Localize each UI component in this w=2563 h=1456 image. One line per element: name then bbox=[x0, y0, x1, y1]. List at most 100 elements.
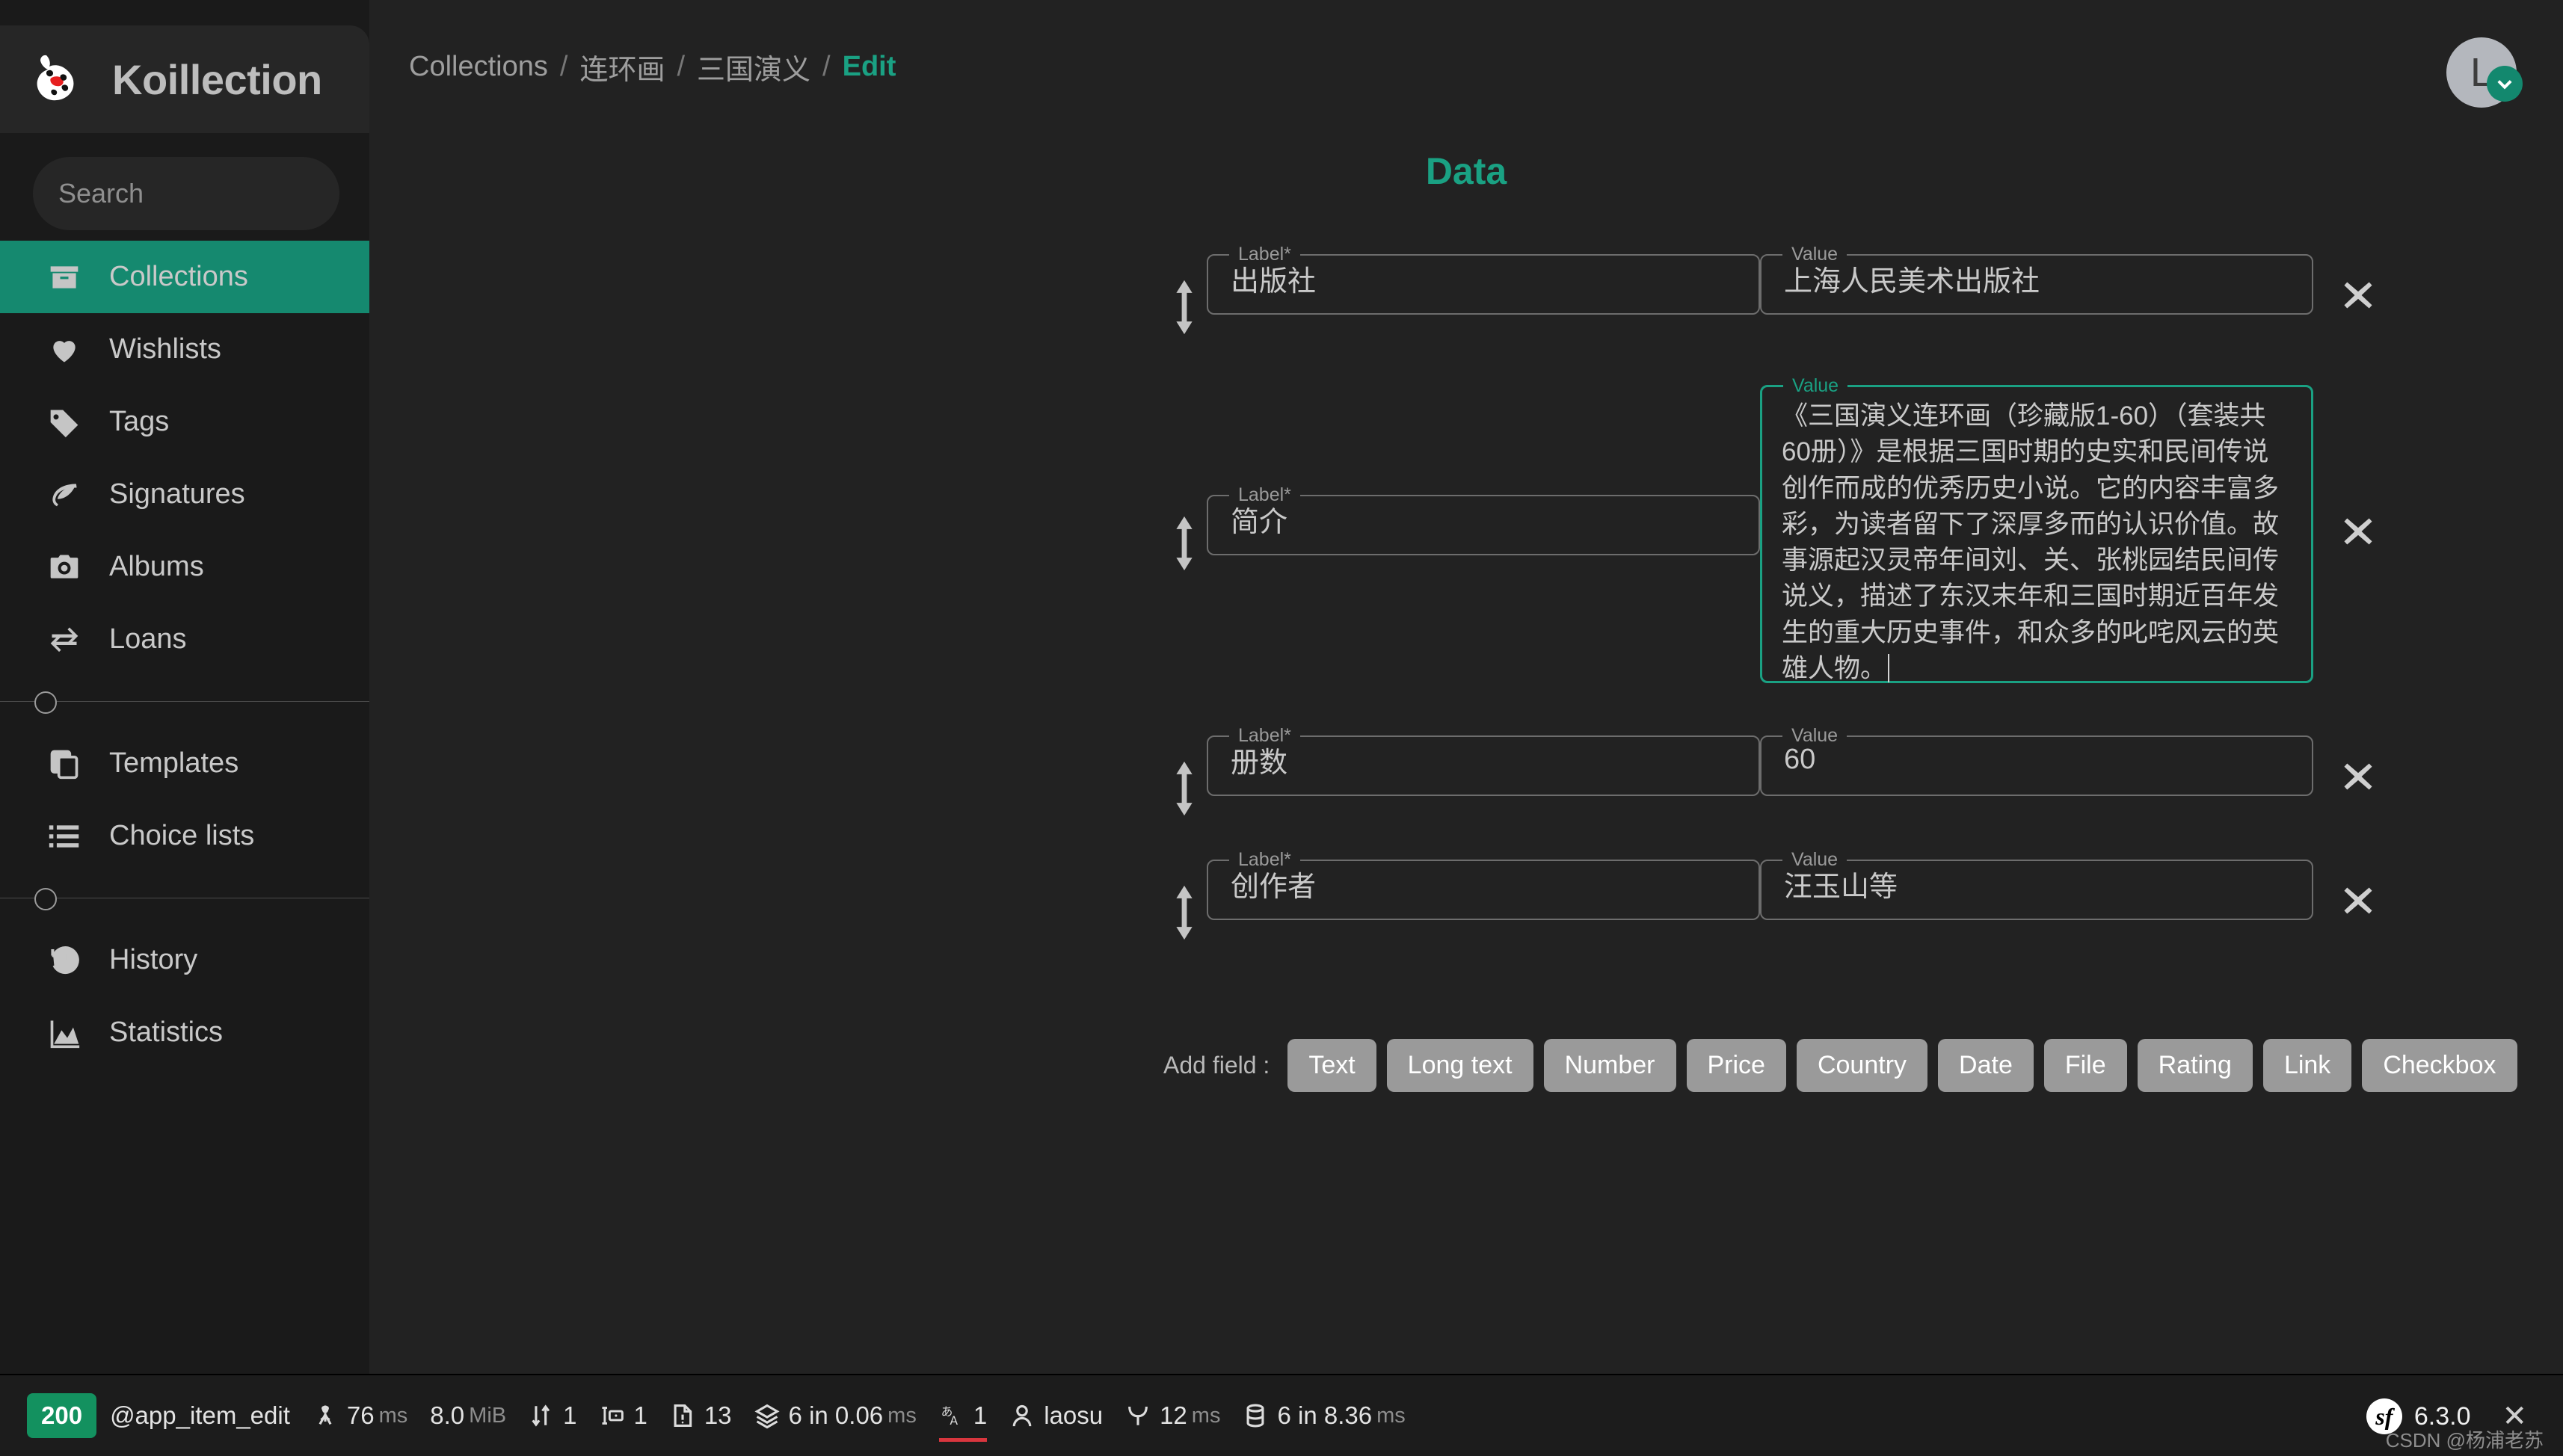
delete-field-button-2[interactable] bbox=[2313, 377, 2403, 547]
field-value-legend: Value bbox=[1791, 725, 1839, 746]
field-row: Label* Value bbox=[369, 245, 2563, 335]
sidebar-item-label: Statistics bbox=[109, 1017, 224, 1048]
field-label-4[interactable]: Label* bbox=[1207, 851, 1760, 920]
toolbar-items: 200 @app_item_edit 76 ms 8.0 MiB 1 1 13 … bbox=[0, 1393, 1428, 1442]
copy-icon bbox=[46, 746, 82, 782]
field-value-legend: Value bbox=[1791, 849, 1839, 870]
field-row: Label* Value bbox=[369, 851, 2563, 940]
add-field-date-button[interactable]: Date bbox=[1938, 1039, 2034, 1092]
database-icon bbox=[1243, 1401, 1268, 1430]
add-field-text-button[interactable]: Text bbox=[1287, 1039, 1376, 1092]
value-input-1[interactable] bbox=[1762, 264, 2312, 313]
list-icon bbox=[46, 818, 82, 854]
drag-handle-icon[interactable] bbox=[1162, 727, 1207, 816]
text-caret bbox=[1888, 654, 1890, 683]
breadcrumb-separator: / bbox=[822, 50, 831, 82]
sidebar-item-loans[interactable]: Loans bbox=[0, 603, 369, 676]
search-input[interactable] bbox=[33, 157, 339, 230]
field-label-legend: Label* bbox=[1238, 484, 1291, 505]
breadcrumb-item-collections[interactable]: Collections bbox=[409, 51, 548, 83]
route-label: @app_item_edit bbox=[110, 1401, 290, 1429]
camera-icon bbox=[46, 549, 82, 585]
sidebar-item-templates[interactable]: Templates bbox=[0, 727, 369, 800]
add-field-label: Add field : bbox=[1163, 1052, 1270, 1079]
transfer-arrows-icon bbox=[529, 1401, 554, 1430]
toolbar-item-logs[interactable]: 13 bbox=[670, 1401, 732, 1430]
toolbar-item-transfer[interactable]: 1 bbox=[529, 1401, 576, 1430]
sidebar-item-albums[interactable]: Albums bbox=[0, 531, 369, 603]
sidebar-item-tags[interactable]: Tags bbox=[0, 386, 369, 458]
delete-field-button-4[interactable] bbox=[2313, 851, 2403, 916]
status-badge[interactable]: 200 bbox=[27, 1393, 97, 1438]
toolbar-item-memory[interactable]: 8.0 MiB bbox=[430, 1401, 506, 1430]
sidebar-item-history[interactable]: History bbox=[0, 924, 369, 996]
add-field-country-button[interactable]: Country bbox=[1796, 1039, 1928, 1092]
toolbar-route[interactable]: @app_item_edit bbox=[110, 1401, 290, 1430]
toolbar-item-forms[interactable]: 1 bbox=[599, 1401, 647, 1430]
field-value-2[interactable]: Value 《三国演义连环画（珍藏版1-60）（套装共60册）》是根据三国时期的… bbox=[1760, 377, 2313, 683]
user-menu[interactable]: L bbox=[2446, 37, 2523, 108]
breadcrumb: Collections / 连环画 / 三国演义 / Edit bbox=[409, 46, 896, 87]
stopwatch-value: 76 bbox=[346, 1401, 375, 1429]
search-box[interactable] bbox=[33, 157, 339, 230]
user-icon bbox=[1009, 1401, 1035, 1430]
add-field-checkbox-button[interactable]: Checkbox bbox=[2362, 1039, 2517, 1092]
sidebar-nav: Collections Wishlists Tags Signatures Al… bbox=[0, 241, 369, 1069]
drag-handle-icon[interactable] bbox=[1162, 377, 1207, 571]
sidebar-item-collections[interactable]: Collections bbox=[0, 241, 369, 313]
toolbar-item-cache[interactable]: 6 in 0.06 ms bbox=[754, 1401, 917, 1430]
cache-value: 6 in 0.06 bbox=[788, 1401, 884, 1429]
sidebar-item-signatures[interactable]: Signatures bbox=[0, 458, 369, 531]
chevron-down-icon[interactable] bbox=[2487, 66, 2523, 102]
toolbar-item-translation[interactable]: あA 1 bbox=[938, 1401, 988, 1442]
add-field-price-button[interactable]: Price bbox=[1686, 1039, 1786, 1092]
sidebar-item-label: Choice lists bbox=[109, 820, 255, 851]
breadcrumb-item-collection[interactable]: 连环画 bbox=[579, 46, 665, 87]
log-file-icon bbox=[670, 1401, 695, 1430]
breadcrumb-item-item[interactable]: 三国演义 bbox=[697, 46, 810, 87]
value-input-3[interactable] bbox=[1762, 745, 2312, 795]
breadcrumb-separator: / bbox=[559, 50, 568, 82]
add-field-number-button[interactable]: Number bbox=[1543, 1039, 1676, 1092]
field-value-legend: Value bbox=[1791, 244, 1839, 265]
field-value-3[interactable]: Value bbox=[1760, 727, 2313, 796]
field-label-1[interactable]: Label* bbox=[1207, 245, 1760, 315]
archive-box-icon bbox=[46, 259, 82, 295]
breadcrumb-item-current: Edit bbox=[842, 50, 896, 82]
delete-field-button-3[interactable] bbox=[2313, 727, 2403, 792]
value-input-4[interactable] bbox=[1762, 869, 2312, 919]
drag-handle-icon[interactable] bbox=[1162, 245, 1207, 335]
koi-fish-logo-icon bbox=[37, 55, 74, 101]
add-field-file-button[interactable]: File bbox=[2043, 1039, 2127, 1092]
add-field-long-text-button[interactable]: Long text bbox=[1386, 1039, 1533, 1092]
sidebar-item-choice-lists[interactable]: Choice lists bbox=[0, 800, 369, 872]
heart-icon bbox=[46, 332, 82, 368]
twig-leaf-icon bbox=[1125, 1401, 1151, 1430]
value-textarea-2[interactable]: 《三国演义连环画（珍藏版1-60）（套装共60册）》是根据三国时期的史实和民间传… bbox=[1762, 395, 2311, 683]
sidebar-item-statistics[interactable]: Statistics bbox=[0, 996, 369, 1069]
watermark: CSDN @杨浦老苏 bbox=[2385, 1429, 2544, 1452]
field-label-legend: Label* bbox=[1238, 725, 1291, 746]
delete-field-button-1[interactable] bbox=[2313, 245, 2403, 311]
toolbar-item-user[interactable]: laosu bbox=[1009, 1401, 1103, 1430]
field-label-2[interactable]: Label* bbox=[1207, 486, 1760, 555]
add-field-rating-button[interactable]: Rating bbox=[2137, 1039, 2253, 1092]
toolbar-item-twig[interactable]: 12 ms bbox=[1125, 1401, 1220, 1430]
app-window: Koillection Collections Wishlists bbox=[0, 0, 2563, 1456]
drag-handle-icon[interactable] bbox=[1162, 851, 1207, 940]
sidebar-item-label: Signatures bbox=[109, 478, 245, 510]
label-input-2[interactable] bbox=[1208, 505, 1759, 554]
toolbar-item-database[interactable]: 6 in 8.36 ms bbox=[1243, 1401, 1406, 1430]
field-value-4[interactable]: Value bbox=[1760, 851, 2313, 920]
toolbar-item-stopwatch[interactable]: 76 ms bbox=[313, 1401, 407, 1430]
forms-value: 1 bbox=[633, 1401, 647, 1429]
field-value-1[interactable]: Value bbox=[1760, 245, 2313, 315]
brand-header[interactable]: Koillection bbox=[0, 25, 369, 133]
label-input-4[interactable] bbox=[1208, 869, 1759, 919]
field-label-3[interactable]: Label* bbox=[1207, 727, 1760, 796]
label-input-1[interactable] bbox=[1208, 264, 1759, 313]
label-input-3[interactable] bbox=[1208, 745, 1759, 795]
add-field-link-button[interactable]: Link bbox=[2262, 1039, 2352, 1092]
sidebar-item-wishlists[interactable]: Wishlists bbox=[0, 313, 369, 386]
field-label-legend: Label* bbox=[1238, 244, 1291, 265]
